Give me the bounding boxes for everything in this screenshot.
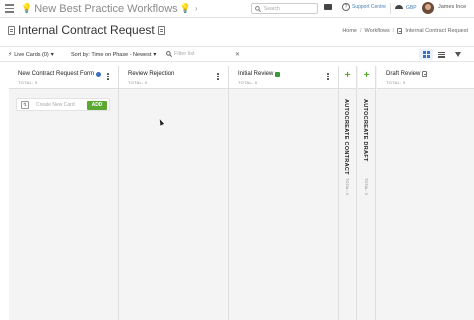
avatar[interactable] [422,2,434,14]
breadcrumb: Home / Workflows / Internal Contract Req… [342,28,468,34]
live-cards-label: Live Cards (0) [14,51,49,58]
column-header: Draft Review TOTAL: 0 [377,66,474,89]
column-autocreate-draft[interactable]: + AUTOCREATE DRAFT TOTAL: 0 [358,66,376,320]
column-draft-review: Draft Review TOTAL: 0 [377,66,474,320]
column-autocreate-contract[interactable]: + AUTOCREATE CONTRACT TOTAL: 0 [339,66,357,320]
column-header: + [358,66,375,89]
column-title-text: Review Rejection [128,71,175,77]
breadcrumb-separator: / [359,28,362,34]
add-card-button[interactable]: ADD [87,100,107,110]
lightbulb-icon: 💡 [179,3,191,13]
top-bar: 💡 New Best Practice Workflows 💡 › Search… [0,0,474,18]
card-type-icon[interactable]: ↯ [21,101,29,109]
workspace-title: New Best Practice Workflows [34,2,178,15]
more-options-icon[interactable] [107,73,109,80]
search-placeholder: Search [264,5,280,12]
search-icon [166,51,172,57]
search-icon [255,5,261,12]
column-title-text: Initial Review [238,71,274,77]
breadcrumb-workflows[interactable]: Workflows [365,28,390,34]
funnel-icon [455,52,461,57]
support-centre-link[interactable]: ? Support Centre [342,3,386,11]
column-header: New Contract Request Form TOTAL: 0 [9,66,118,89]
column-title: AUTOCREATE DRAFT [362,99,368,162]
lightning-icon: ⚡ [8,52,13,58]
column-title[interactable]: Review Rejection [128,71,174,77]
add-icon[interactable]: + [345,71,351,81]
column-header: + [339,66,356,89]
breadcrumb-separator: / [392,28,395,34]
chevron-down-icon: ▾ [50,52,54,58]
list-icon [437,51,445,58]
checkbox-icon [275,71,281,77]
search-input[interactable]: Search [251,3,318,14]
currency-label[interactable]: GBP [406,5,417,11]
more-options-icon[interactable] [327,73,329,80]
column-review-rejection: Review Rejection TOTAL: 0 [119,66,229,320]
sort-dropdown[interactable]: Sort by: Time on Phase - Newest ▾ [71,51,157,59]
support-centre-label: Support Centre [352,4,386,10]
kanban-board: New Contract Request Form TOTAL: 0 ↯ Cre… [9,66,474,320]
chevron-down-icon: ▾ [153,52,157,58]
clear-filter-icon[interactable]: ✕ [235,51,240,58]
workspace-switcher[interactable]: 💡 New Best Practice Workflows 💡 › [21,3,198,15]
filter-button[interactable] [451,49,465,60]
live-cards-dropdown[interactable]: ⚡ Live Cards (0) ▾ [8,51,54,59]
page-title: Internal Contract Request [18,23,155,37]
grid-icon [422,51,430,58]
chevron-right-icon: › [194,4,198,13]
document-icon [8,25,15,35]
menu-icon[interactable] [5,4,19,13]
lightbulb-icon: 💡 [21,3,33,13]
column-total: TOTAL: 0 [18,80,38,85]
column-total: TOTAL: 0 [238,80,258,85]
column-title[interactable]: New Contract Request Form [18,71,102,77]
filter-input[interactable]: Filter list [166,51,194,57]
document-icon [157,25,165,35]
help-icon: ? [342,3,350,11]
document-icon [422,71,428,77]
column-total: TOTAL: 0 [345,178,350,195]
column-title: AUTOCREATE CONTRACT [343,99,349,175]
board-toolbar: ⚡ Live Cards (0) ▾ Sort by: Time on Phas… [0,46,474,62]
breadcrumb-home[interactable]: Home [342,28,357,34]
board-view-button[interactable] [419,49,433,60]
column-initial-review: Initial Review TOTAL: 0 [229,66,339,320]
column-total: TOTAL: 0 [386,80,406,85]
create-card-input[interactable]: Create New Card [36,102,75,108]
column-total: TOTAL: 0 [364,178,369,195]
column-title-text: Draft Review [386,71,421,77]
column-header: Initial Review TOTAL: 0 [229,66,338,89]
mail-icon[interactable] [324,4,332,10]
column-new-contract-request-form: New Contract Request Form TOTAL: 0 ↯ Cre… [9,66,119,320]
add-icon[interactable]: + [364,71,370,81]
divider [390,3,391,14]
column-header: Review Rejection TOTAL: 0 [119,66,228,89]
filter-placeholder: Filter list [174,51,195,57]
more-options-icon[interactable] [217,73,219,80]
column-title[interactable]: Initial Review [238,71,281,77]
column-title-text: New Contract Request Form [18,71,95,77]
column-title[interactable]: Draft Review [386,71,428,77]
user-name[interactable]: James Ince [438,4,466,10]
document-icon [397,28,403,34]
create-card-row: ↯ Create New Card ADD [16,98,110,111]
page-header: Internal Contract Request [8,23,165,37]
sort-label: Sort by: Time on Phase - Newest [71,51,152,58]
list-view-button[interactable] [434,49,448,60]
column-total: TOTAL: 0 [128,80,148,85]
breadcrumb-current: Internal Contract Request [405,28,468,34]
info-icon [96,71,102,77]
graduation-cap-icon[interactable] [395,5,403,9]
